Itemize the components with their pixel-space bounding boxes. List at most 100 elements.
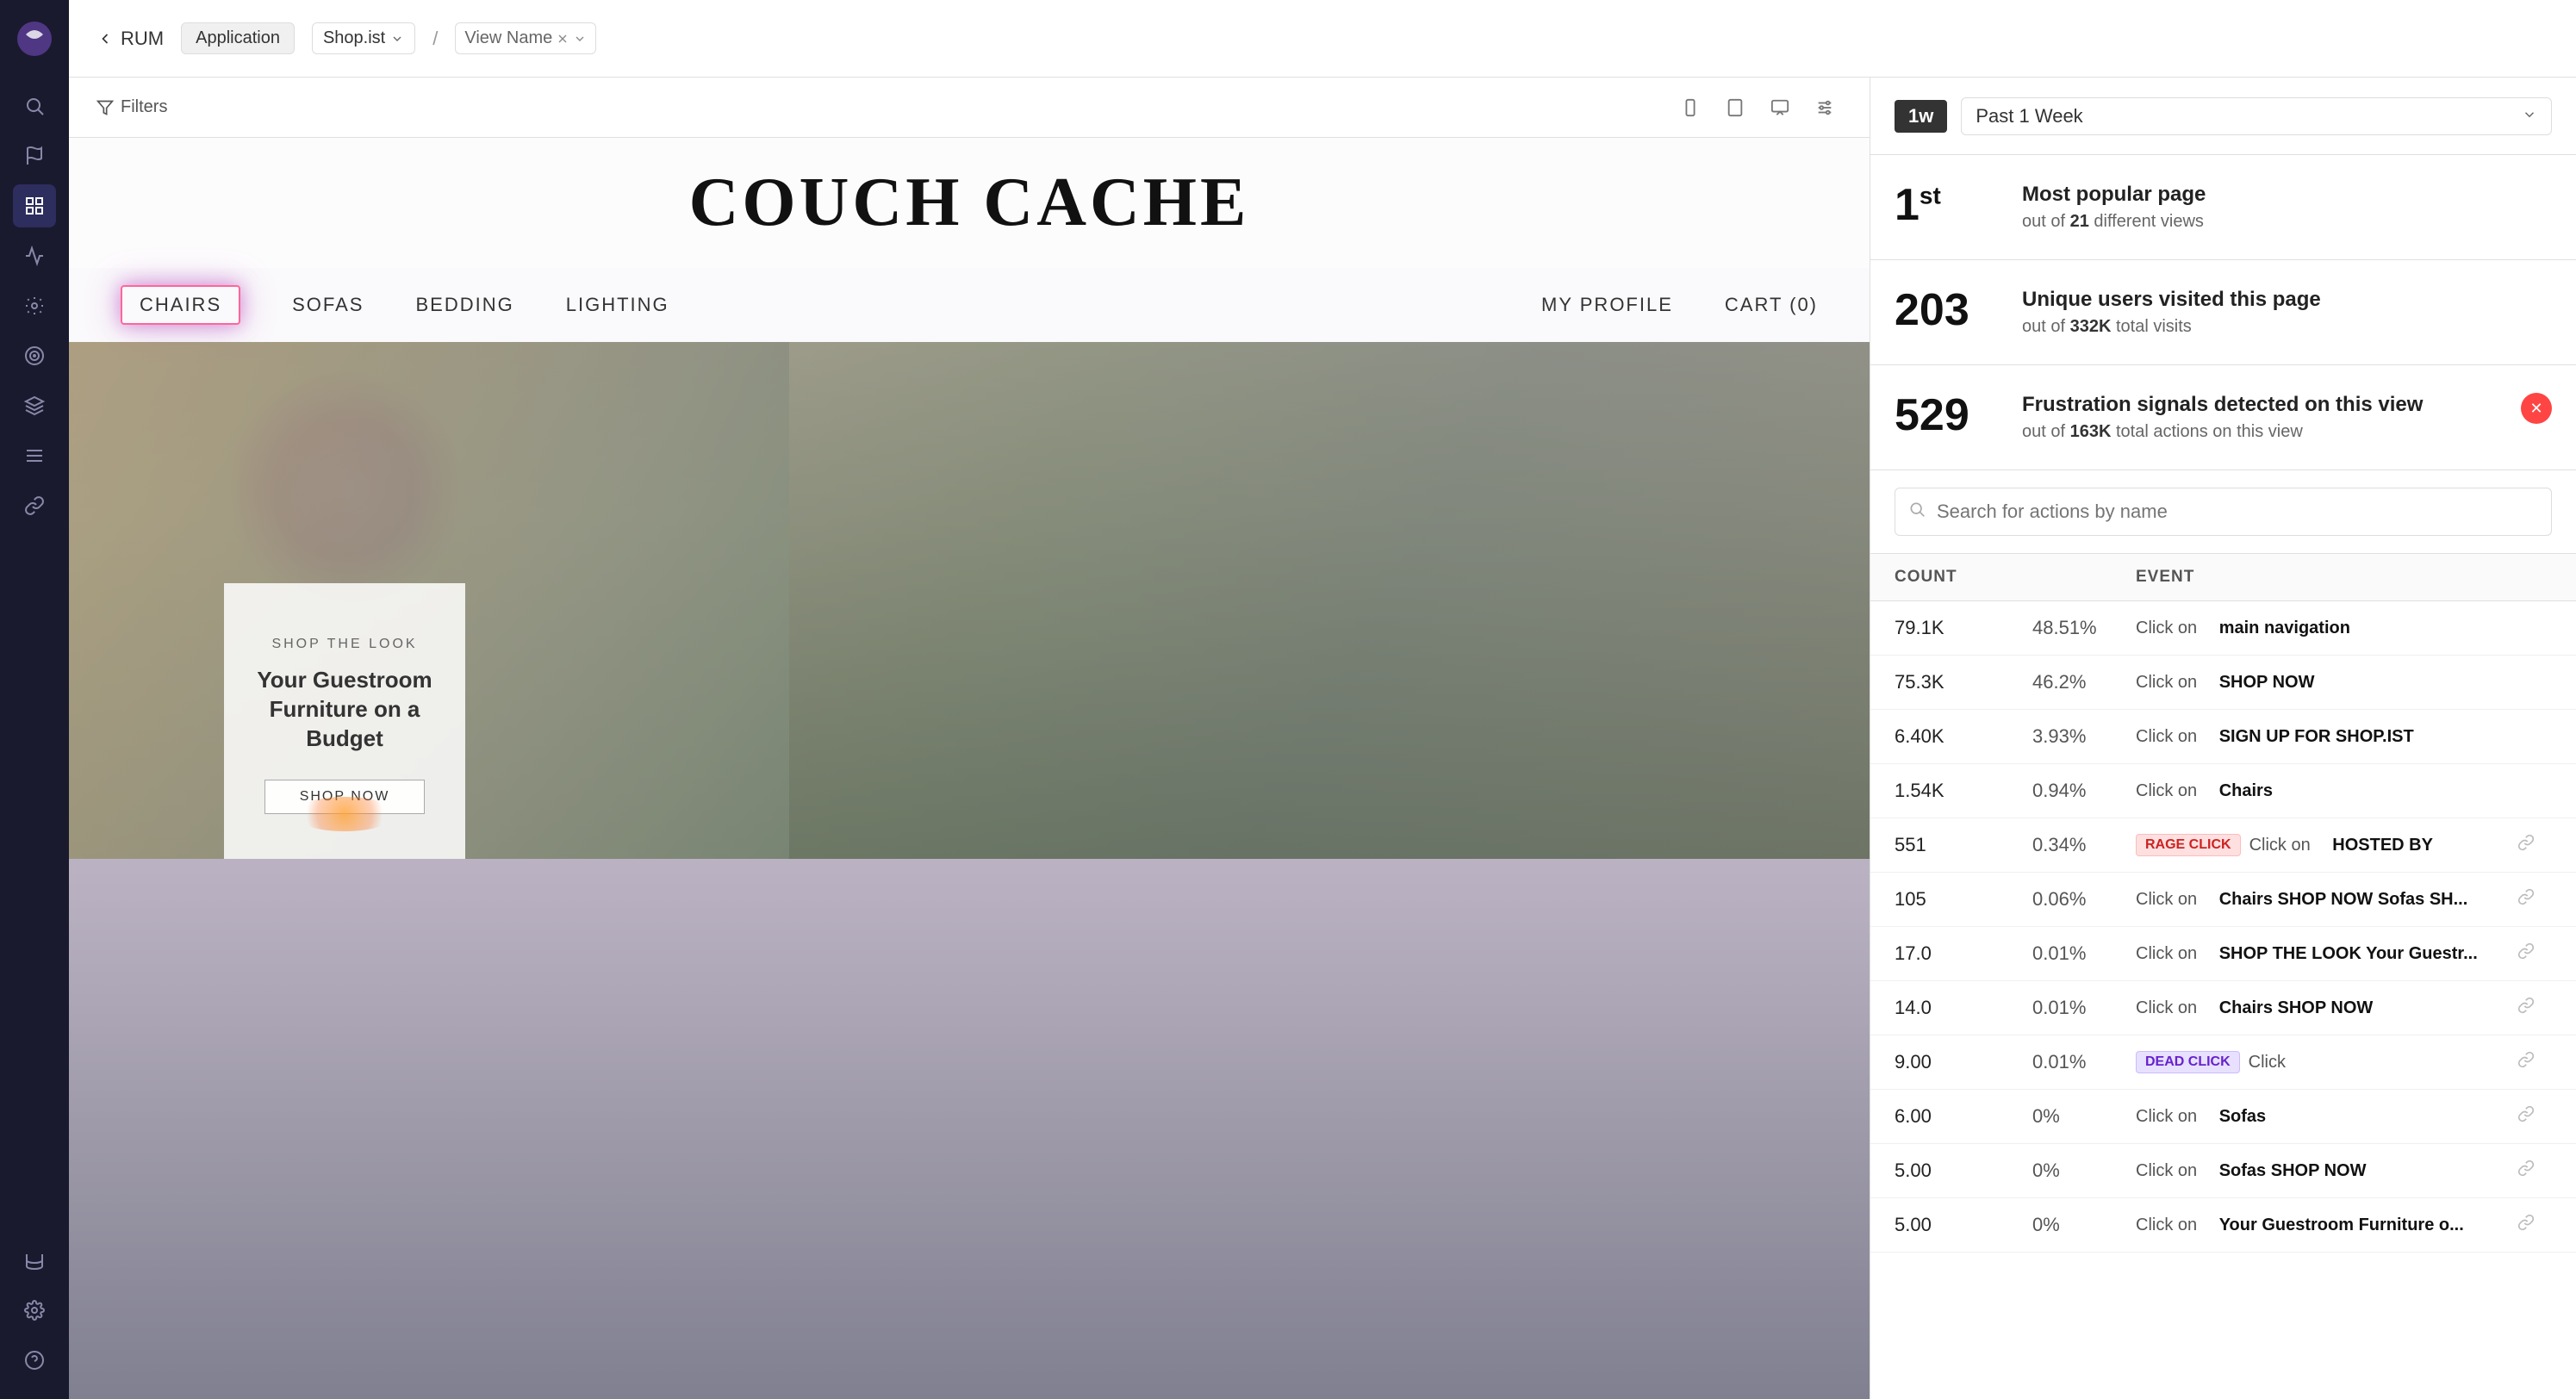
event-count: 105 [1895,888,2032,911]
breadcrumb-shop-dropdown[interactable]: Shop.ist [312,22,415,54]
sidebar-item-settings[interactable] [13,1289,56,1332]
event-action: Click on [2136,673,2197,693]
sidebar-item-flag[interactable] [13,134,56,177]
events-rows: 79.1K 48.51% Click on main navigation 75… [1870,601,2576,1253]
table-row: 551 0.34% RAGE CLICKClick on HOSTED BY [1870,818,2576,873]
event-action: Click on [2136,944,2197,964]
event-link-icon[interactable] [2517,834,2552,856]
event-count: 5.00 [1895,1160,2032,1182]
event-link-icon[interactable] [2517,997,2552,1019]
back-button[interactable]: RUM [96,28,164,50]
view-settings[interactable] [1808,90,1842,125]
sidebar-item-config[interactable] [13,284,56,327]
time-filter: 1w Past 1 Week [1870,78,2576,155]
metric-users-subtitle: out of 332K total visits [2022,317,2552,337]
search-input[interactable] [1895,488,2552,536]
table-row: 17.0 0.01% Click on SHOP THE LOOK Your G… [1870,927,2576,981]
sidebar-item-connect[interactable] [13,484,56,527]
view-desktop[interactable] [1763,90,1797,125]
nav-lighting[interactable]: LIGHTING [566,294,669,316]
header-pct [2032,568,2136,587]
metric-frustration: 529 Frustration signals detected on this… [1870,365,2576,470]
event-desc: Click on main navigation [2136,619,2517,638]
sidebar-item-rum[interactable] [13,184,56,227]
event-count: 9.00 [1895,1051,2032,1073]
shop-look-label: SHOP THE LOOK [271,637,417,652]
time-dropdown[interactable]: Past 1 Week [1961,97,2552,135]
event-link-icon[interactable] [2517,1051,2552,1073]
nav-sofas[interactable]: SOFAS [292,294,364,316]
events-table: COUNT EVENT 79.1K 48.51% Click on main n… [1870,554,2576,1399]
view-mobile[interactable] [1673,90,1708,125]
sidebar-item-search[interactable] [13,84,56,127]
sidebar [0,0,69,1399]
website-inner: COUCH CACHE CHAIRS SOFAS BEDDING LIGHTIN… [69,138,1870,1399]
sidebar-item-help[interactable] [13,1339,56,1382]
event-action: Click on [2136,781,2197,801]
event-link-icon[interactable] [2517,942,2552,965]
page-view: Filters [69,78,1870,1399]
nav-cart[interactable]: CART (0) [1725,294,1818,316]
site-nav: CHAIRS SOFAS BEDDING LIGHTING MY PROFILE… [69,268,1870,342]
view-icons [1673,90,1842,125]
event-desc: Click on Chairs SHOP NOW Sofas SH... [2136,890,2517,910]
sidebar-item-integrations[interactable] [13,384,56,427]
filter-bar: Filters [69,78,1870,138]
metric-users-value: 203 [1895,288,1998,333]
sidebar-item-target[interactable] [13,334,56,377]
events-table-header: COUNT EVENT [1870,554,2576,601]
breadcrumb-application: Application [181,22,295,54]
event-target: SHOP THE LOOK Your Guestr... [2219,944,2478,964]
table-row: 6.40K 3.93% Click on SIGN UP FOR SHOP.IS… [1870,710,2576,764]
event-action: Click on [2136,998,2197,1018]
event-link-icon[interactable] [2517,888,2552,911]
table-row: 9.00 0.01% DEAD CLICKClick [1870,1035,2576,1090]
event-link-icon[interactable] [2517,1160,2552,1182]
event-count: 14.0 [1895,997,2032,1019]
event-count: 75.3K [1895,671,2032,693]
event-pct: 0.01% [2032,942,2136,965]
table-row: 5.00 0% Click on Your Guestroom Furnitur… [1870,1198,2576,1253]
nav-bedding[interactable]: BEDDING [415,294,513,316]
event-pct: 0.34% [2032,834,2136,856]
shop-look-card: SHOP THE LOOK Your Guestroom Furniture o… [224,583,465,859]
metric-popular-value: 1st [1895,183,1998,227]
nav-profile[interactable]: MY PROFILE [1541,294,1673,316]
breadcrumb-separator: / [432,28,438,50]
back-label: RUM [121,28,164,50]
event-pct: 48.51% [2032,617,2136,639]
sidebar-item-database[interactable] [13,1239,56,1282]
sidebar-item-logs[interactable] [13,434,56,477]
view-tablet[interactable] [1718,90,1752,125]
event-pct: 3.93% [2032,725,2136,748]
event-pct: 0% [2032,1160,2136,1182]
shop-now-glow [293,797,396,831]
event-count: 551 [1895,834,2032,856]
event-desc: RAGE CLICKClick on HOSTED BY [2136,834,2517,856]
filter-button[interactable]: Filters [96,97,167,117]
search-icon [1908,501,1926,523]
nav-right: MY PROFILE CART (0) [1541,294,1818,316]
table-row: 105 0.06% Click on Chairs SHOP NOW Sofas… [1870,873,2576,927]
content-wrapper: Filters [69,78,2576,1399]
sidebar-item-analytics[interactable] [13,234,56,277]
topbar: RUM Application Shop.ist / View Name [69,0,2576,78]
event-count: 1.54K [1895,780,2032,802]
metric-frustration-close[interactable]: ✕ [2521,393,2552,424]
event-target: Your Guestroom Furniture o... [2219,1216,2464,1235]
metric-frustration-title: Frustration signals detected on this vie… [2022,393,2497,417]
event-target: HOSTED BY [2332,836,2433,855]
time-badge: 1w [1895,100,1947,133]
event-link-icon[interactable] [2517,1105,2552,1128]
nav-chairs[interactable]: CHAIRS [121,285,240,325]
event-desc: Click on Your Guestroom Furniture o... [2136,1216,2517,1235]
header-count: COUNT [1895,568,2032,587]
view-name-selector[interactable]: View Name [455,22,596,54]
event-desc: Click on SHOP THE LOOK Your Guestr... [2136,944,2517,964]
site-header: COUCH CACHE [69,138,1870,268]
event-action: Click on [2136,1107,2197,1127]
sidebar-bottom [13,1239,56,1382]
event-count: 17.0 [1895,942,2032,965]
event-action: Click on [2136,1216,2197,1235]
event-link-icon[interactable] [2517,1214,2552,1236]
